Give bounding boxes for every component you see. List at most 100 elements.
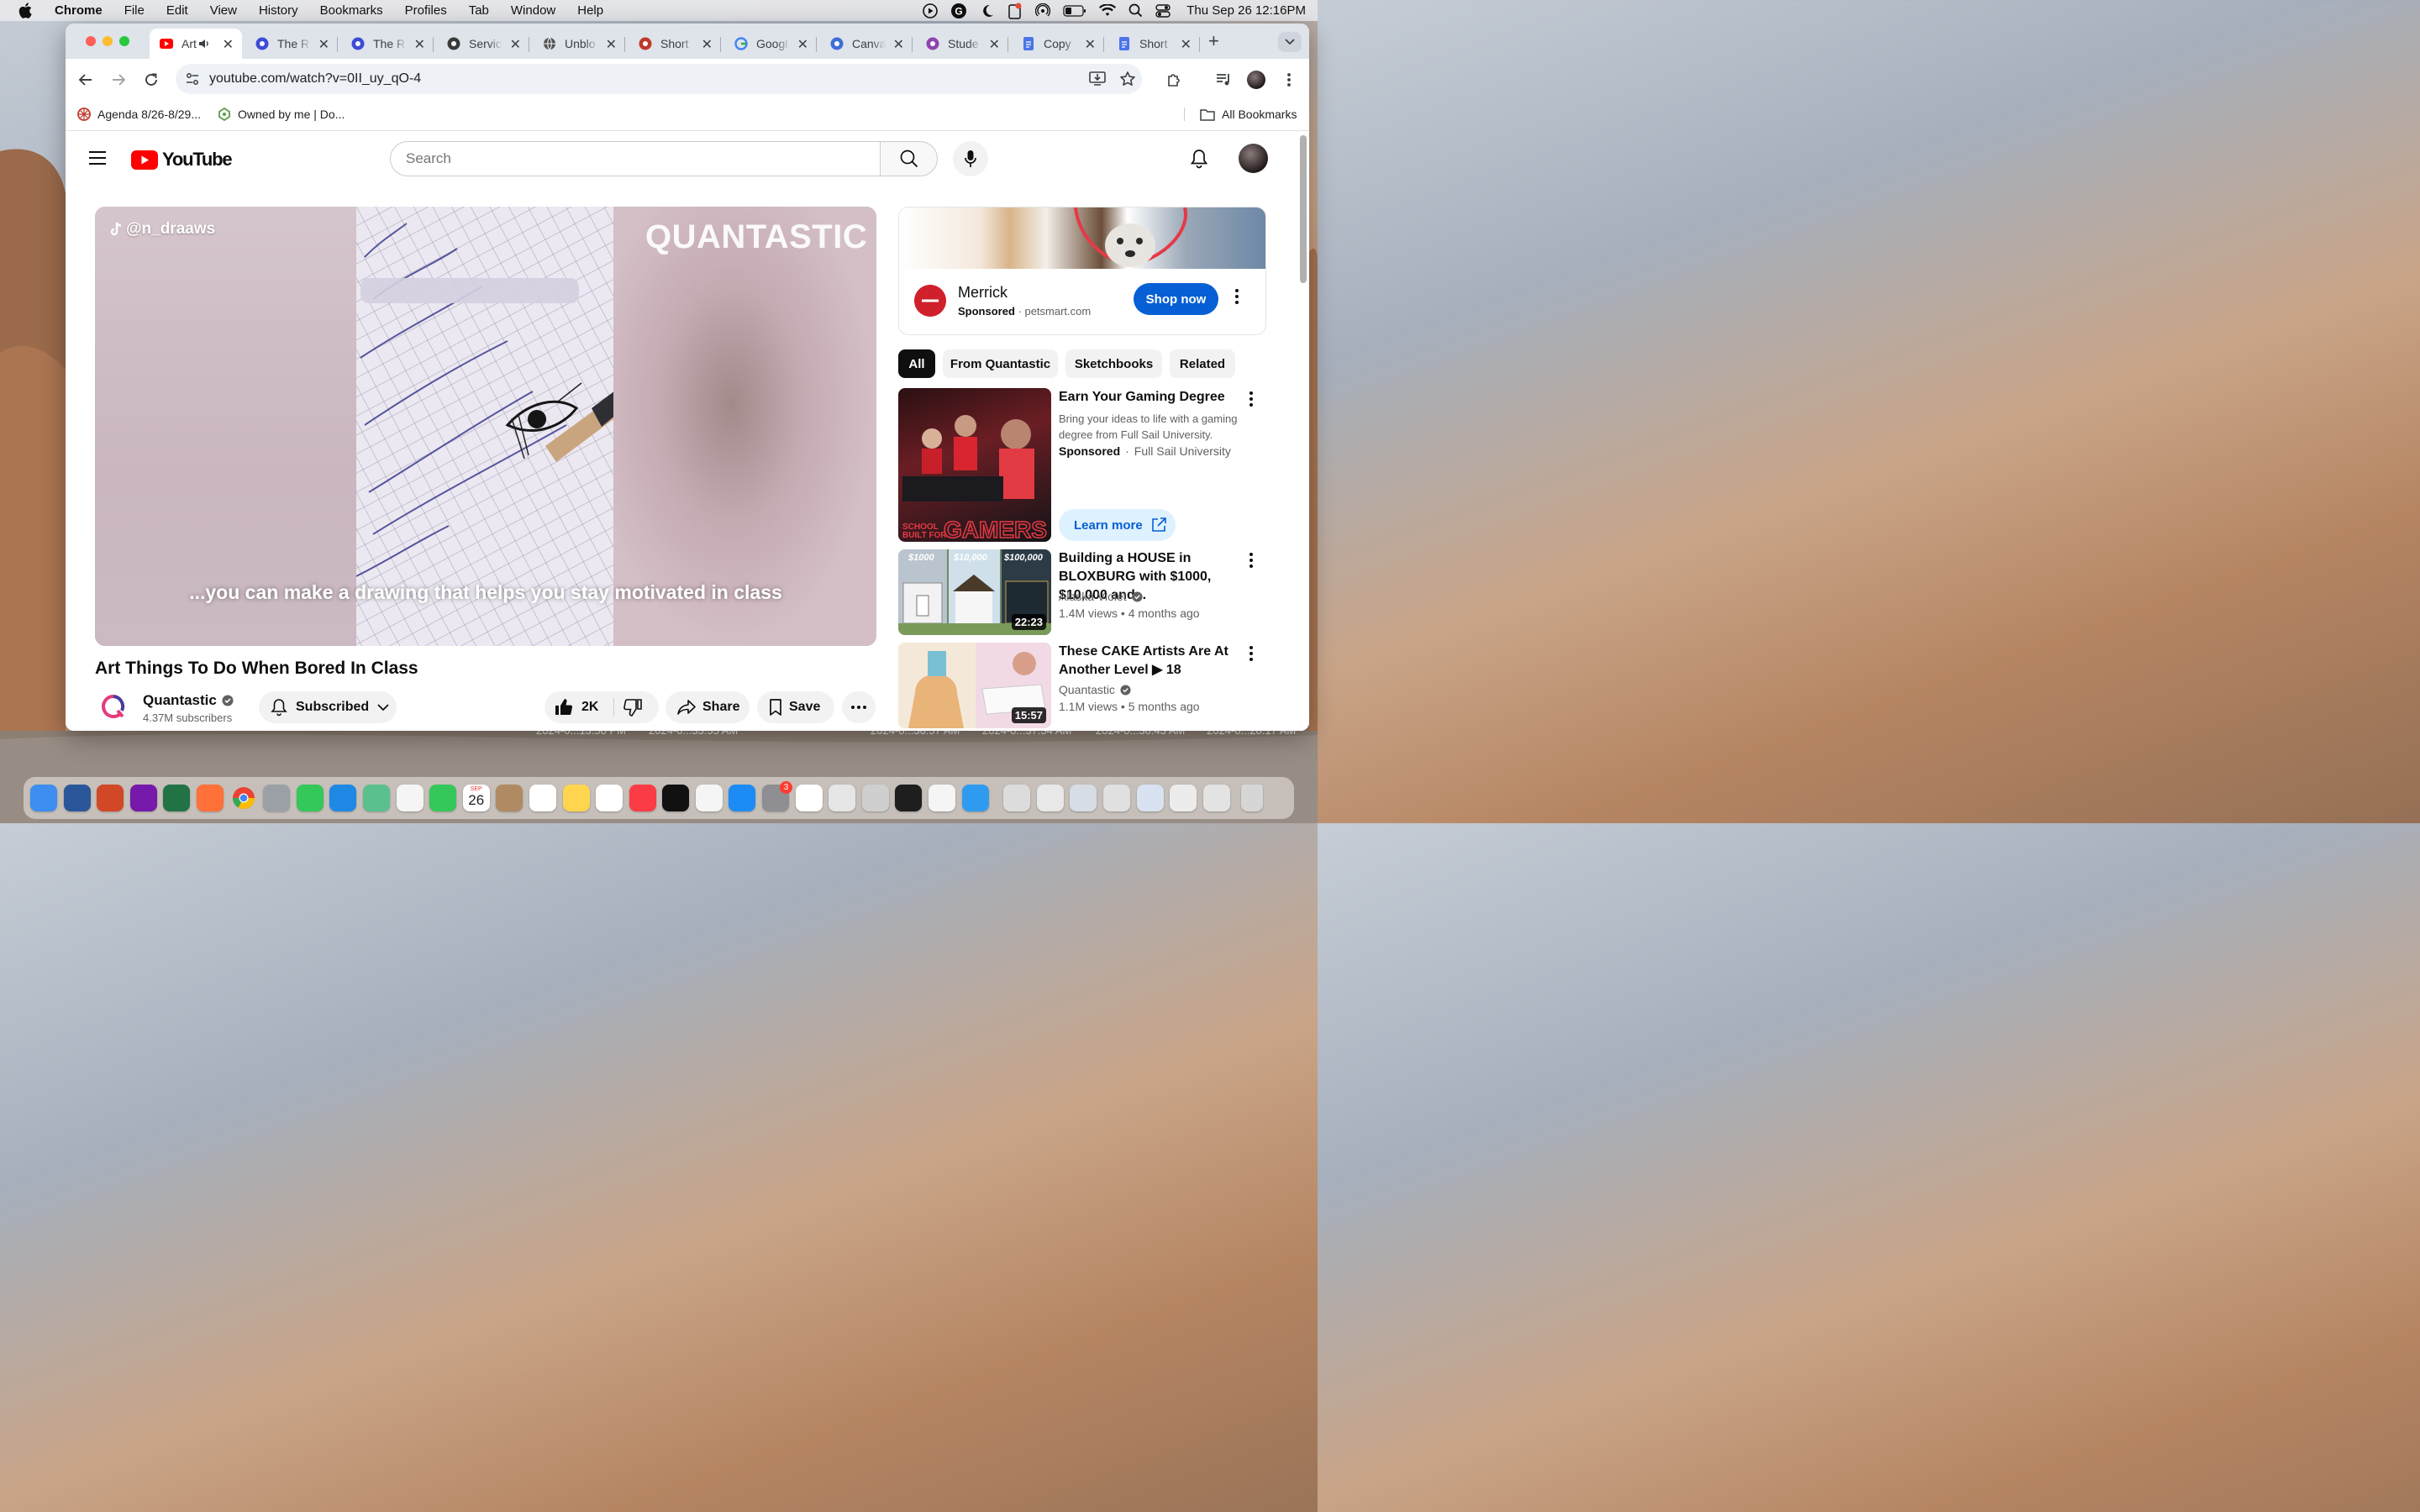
scrollbar-thumb[interactable] (1300, 135, 1307, 283)
recommendation-item[interactable]: 15:57 These CAKE Artists Are At Another … (898, 643, 1276, 731)
bookmark-agenda[interactable]: Agenda 8/26-8/29... (77, 108, 201, 121)
subscribed-button[interactable]: Subscribed (259, 691, 397, 723)
app-store-dock-icon[interactable] (729, 785, 756, 811)
excel-dock-icon[interactable] (163, 785, 191, 811)
menu-profiles[interactable]: Profiles (405, 3, 447, 18)
page-scrollbar[interactable] (1299, 132, 1307, 731)
search-input[interactable] (406, 150, 860, 167)
hamburger-menu-icon[interactable] (88, 150, 107, 165)
close-tab-icon[interactable]: ✕ (318, 36, 329, 53)
menu-bookmarks[interactable]: Bookmarks (320, 3, 383, 18)
window1-dock-icon[interactable] (1003, 785, 1031, 811)
chip-from-quantastic[interactable]: From Quantastic (943, 349, 1058, 378)
browser-tab[interactable]: Copy ✕ (1012, 29, 1104, 59)
close-tab-icon[interactable]: ✕ (797, 36, 808, 53)
reload-button[interactable] (141, 70, 161, 90)
video-menu-icon[interactable] (1249, 391, 1253, 407)
menu-help[interactable]: Help (577, 3, 603, 18)
tab-search-button[interactable] (1278, 32, 1302, 52)
news-dock-icon[interactable] (695, 785, 723, 811)
close-tab-icon[interactable]: ✕ (702, 36, 713, 53)
notes-dock-icon[interactable] (562, 785, 590, 811)
now-playing-icon[interactable] (923, 3, 939, 18)
zoom-window-button[interactable] (119, 36, 129, 46)
menu-edit[interactable]: Edit (166, 3, 188, 18)
account-avatar[interactable] (1239, 144, 1268, 173)
window2-dock-icon[interactable] (1036, 785, 1064, 811)
browser-tab[interactable]: Short ✕ (1107, 29, 1200, 59)
launcher-dock-icon[interactable] (861, 785, 889, 811)
focus-moon-icon[interactable] (980, 3, 995, 18)
safari-dock-icon[interactable] (961, 785, 989, 811)
browser-tab[interactable]: Art ✕ (150, 29, 242, 59)
reminders-dock-icon[interactable] (529, 785, 556, 811)
browser-tab[interactable]: Googl ✕ (724, 29, 817, 59)
close-tab-icon[interactable]: ✕ (510, 36, 521, 53)
chip-related[interactable]: Related (1170, 349, 1235, 378)
shop-now-button[interactable]: Shop now (1134, 283, 1218, 315)
music-dock-icon[interactable] (629, 785, 656, 811)
browser-tab[interactable]: The R ✕ (245, 29, 338, 59)
menu-tab[interactable]: Tab (469, 3, 489, 18)
voice-search-button[interactable] (953, 141, 988, 176)
window6-dock-icon[interactable] (1170, 785, 1197, 811)
save-button[interactable]: Save (757, 691, 834, 723)
extensions-button[interactable] (1165, 70, 1185, 90)
close-tab-icon[interactable]: ✕ (1085, 36, 1096, 53)
system-settings-dock-icon[interactable]: 3 (762, 781, 793, 811)
trash-dock-icon[interactable] (1241, 785, 1264, 811)
sponsored-ad-card[interactable]: Merrick Sponsored · petsmart.com Shop no… (898, 207, 1266, 335)
url-text[interactable]: youtube.com/watch?v=0II_uy_qO-4 (209, 71, 421, 87)
install-app-icon[interactable] (1089, 71, 1106, 87)
textedit-dock-icon[interactable] (929, 785, 956, 811)
browser-tab[interactable]: Servic ✕ (437, 29, 529, 59)
video-thumbnail[interactable]: $1000 $10,000 $100,000 22:23 (898, 549, 1051, 635)
contacts-dock-icon[interactable] (496, 785, 523, 811)
youtube-logo[interactable]: YouTube (131, 149, 233, 171)
window3-dock-icon[interactable] (1070, 785, 1097, 811)
chip-all[interactable]: All (898, 349, 935, 378)
close-window-button[interactable] (86, 36, 96, 46)
browser-tab[interactable]: Unblo ✕ (533, 29, 625, 59)
recommendation-channel[interactable]: Alaska Violet (1059, 590, 1143, 603)
menu-file[interactable]: File (124, 3, 145, 18)
menu-view[interactable]: View (210, 3, 237, 18)
recommendation-item[interactable]: $1000 $10,000 $100,000 22:23 Building a … (898, 549, 1276, 636)
share-button[interactable]: Share (666, 691, 750, 723)
chrome-menu-button[interactable] (1279, 70, 1299, 90)
like-button[interactable]: 2K (555, 698, 598, 716)
clipboard-icon[interactable] (1007, 3, 1023, 19)
calendar-dock-icon[interactable]: SEP 26 (462, 785, 490, 811)
finder-dock-icon[interactable] (30, 785, 57, 811)
apple-icon[interactable] (18, 3, 35, 18)
chrome-dock-icon[interactable] (230, 785, 257, 811)
media-controls-button[interactable] (1213, 70, 1234, 90)
battery-icon[interactable] (1063, 4, 1086, 17)
forward-button[interactable] (108, 70, 129, 90)
address-bar[interactable]: youtube.com/watch?v=0II_uy_qO-4 (176, 64, 1142, 94)
grammarly-icon[interactable]: G (950, 3, 967, 19)
onenote-dock-icon[interactable] (129, 785, 157, 811)
browser-tab[interactable]: Canva ✕ (820, 29, 913, 59)
recommendation-title[interactable]: Earn Your Gaming Degree (1059, 388, 1248, 407)
speaker-icon[interactable] (198, 38, 210, 50)
close-tab-icon[interactable]: ✕ (223, 36, 234, 53)
facetime-dock-icon[interactable] (429, 785, 457, 811)
terminal-dock-icon[interactable] (895, 785, 923, 811)
video-menu-icon[interactable] (1249, 646, 1253, 661)
site-settings-icon[interactable] (186, 72, 199, 86)
bookmark-star-icon[interactable] (1119, 71, 1136, 87)
tv-dock-icon[interactable] (662, 785, 690, 811)
pen-dock-icon[interactable] (829, 785, 856, 811)
new-tab-button[interactable]: + (1208, 30, 1219, 52)
recommendation-ad[interactable]: SCHOOL BUILT FOR GAMERS Earn Your Gaming… (898, 388, 1276, 543)
menu-clock[interactable]: Thu Sep 26 12:16PM (1186, 3, 1306, 18)
freeform-dock-icon[interactable] (596, 785, 623, 811)
spotlight-search-icon[interactable] (1128, 3, 1143, 18)
mail-dock-icon[interactable] (329, 785, 357, 811)
bookmark-owned-by-me[interactable]: Owned by me | Do... (218, 108, 345, 121)
window4-dock-icon[interactable] (1103, 785, 1130, 811)
video-thumbnail[interactable]: 15:57 (898, 643, 1051, 728)
messages-dock-icon[interactable] (296, 785, 324, 811)
powerpoint-dock-icon[interactable] (97, 785, 124, 811)
